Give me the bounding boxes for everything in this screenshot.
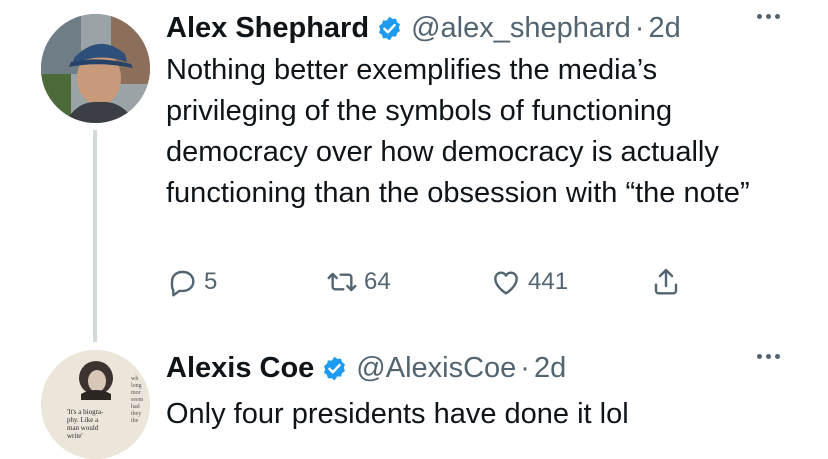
like-button[interactable]: 441	[490, 266, 568, 298]
more-icon[interactable]	[757, 354, 780, 359]
author-handle[interactable]: @alex_shephard	[411, 12, 631, 45]
avatar[interactable]: 'It's a biogra- phy. Like a man would wr…	[41, 350, 150, 459]
like-count: 441	[528, 268, 569, 295]
svg-text:they: they	[131, 411, 141, 417]
tweet-header: Alexis Coe @AlexisCoe · 2d	[166, 350, 818, 386]
share-icon	[654, 268, 678, 295]
more-icon[interactable]	[757, 14, 780, 19]
tweet[interactable]: 'It's a biogra- phy. Like a man would wr…	[0, 340, 828, 459]
tweet-content: Alexis Coe @AlexisCoe · 2d Only four pre…	[166, 350, 818, 435]
author-handle[interactable]: @AlexisCoe	[356, 352, 516, 385]
tweet-content: Alex Shephard @alex_shephard · 2d Nothin…	[166, 10, 818, 214]
svg-text:mor: mor	[131, 390, 141, 396]
reply-count: 5	[204, 268, 218, 295]
tweet-text: Nothing better exemplifies the media’s p…	[166, 54, 750, 209]
retweet-icon	[327, 272, 357, 292]
clipping-quote-line-3: man would	[67, 424, 99, 432]
svg-text:long: long	[131, 383, 142, 389]
timestamp[interactable]: 2d	[534, 352, 566, 385]
verified-badge-icon	[379, 16, 401, 40]
svg-text:the: the	[131, 418, 139, 424]
author-name[interactable]: Alex Shephard	[166, 12, 369, 45]
separator-dot: ·	[520, 351, 530, 384]
reply-button[interactable]: 5	[166, 266, 217, 298]
retweet-button[interactable]: 64	[326, 266, 391, 298]
retweet-count: 64	[364, 268, 391, 295]
clipping-quote-line-2: phy. Like a	[67, 416, 99, 424]
avatar[interactable]	[41, 14, 150, 123]
svg-text:wh: wh	[131, 376, 138, 382]
clipping-quote-line-4: write'	[67, 432, 83, 440]
tweet-text: Only four presidents have done it lol	[166, 398, 629, 430]
svg-text:seem: seem	[131, 397, 144, 403]
tweet-header: Alex Shephard @alex_shephard · 2d	[166, 10, 818, 46]
verified-badge-icon	[324, 356, 346, 380]
separator-dot: ·	[634, 11, 645, 44]
tweet[interactable]: Alex Shephard @alex_shephard · 2d Nothin…	[0, 0, 828, 342]
avatar-photo	[41, 14, 150, 123]
clipping-quote-line-1: 'It's a biogra-	[67, 408, 104, 416]
thread-line	[93, 130, 97, 342]
like-icon	[494, 271, 518, 295]
timestamp[interactable]: 2d	[648, 12, 680, 45]
reply-icon	[170, 270, 195, 297]
author-name[interactable]: Alexis Coe	[166, 352, 314, 385]
share-button[interactable]	[650, 266, 682, 298]
svg-text:had: had	[131, 404, 140, 410]
tweet-actions: 5 64 441	[166, 266, 726, 312]
avatar-book-clipping: 'It's a biogra- phy. Like a man would wr…	[41, 350, 150, 459]
